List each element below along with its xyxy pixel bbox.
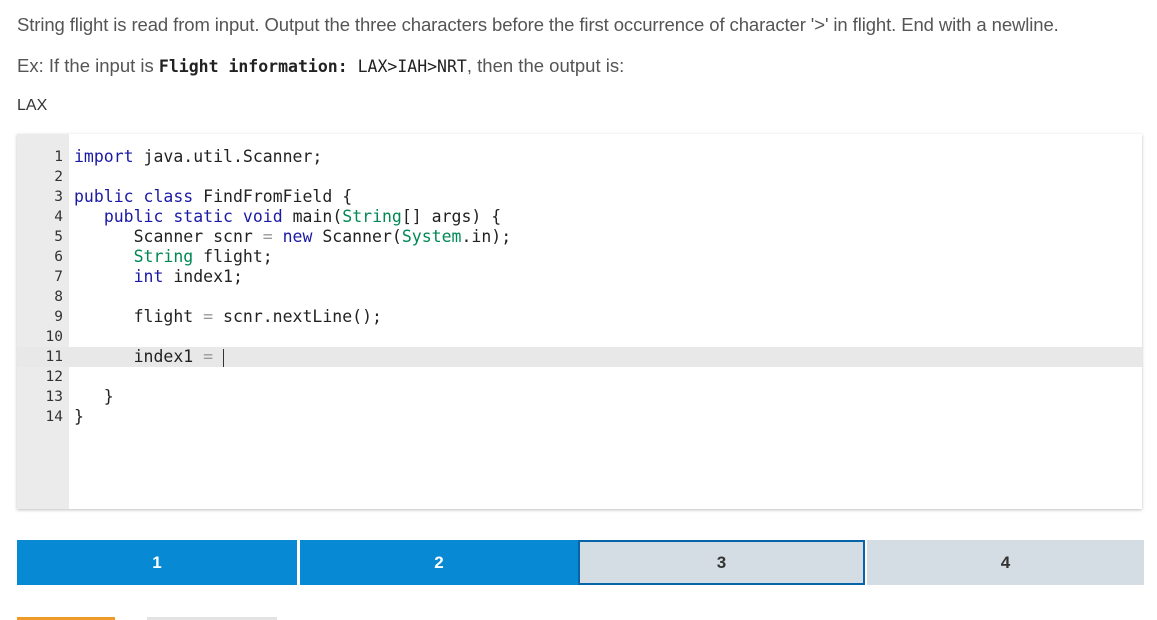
step-1-button[interactable]: 1: [17, 540, 297, 585]
code-line[interactable]: 13 }: [17, 387, 1142, 407]
step-label: 4: [1000, 552, 1011, 572]
code-line[interactable]: 1 import java.util.Scanner;: [17, 147, 1142, 167]
example-text: Ex: If the input is Flight information: …: [17, 55, 624, 77]
code-line[interactable]: 11 index1 =: [17, 347, 1142, 367]
code-line[interactable]: 5 Scanner scnr = new Scanner(System.in);: [17, 227, 1142, 247]
line-number: 4: [54, 209, 63, 225]
code-line[interactable]: 4 public static void main(String[] args)…: [17, 207, 1142, 227]
example-input: Flight information: LAX>IAH>NRT: [159, 57, 467, 76]
code-editor[interactable]: 1 import java.util.Scanner; 2 3 public class…: [17, 134, 1142, 509]
line-number: 11: [45, 349, 63, 365]
code-text[interactable]: Scanner scnr = new Scanner(System.in);: [74, 227, 512, 247]
code-line[interactable]: 14}: [17, 407, 1142, 427]
code-line[interactable]: 10: [17, 327, 1142, 347]
line-number: 6: [54, 249, 63, 265]
step-4-button[interactable]: 4: [867, 540, 1144, 585]
code-line[interactable]: 12: [17, 367, 1142, 387]
line-number: 3: [54, 189, 63, 205]
code-line[interactable]: 8: [17, 287, 1142, 307]
step-label: 3: [716, 552, 727, 572]
code-text[interactable]: }: [74, 407, 84, 427]
example-input-value: LAX>IAH>NRT: [347, 57, 467, 76]
line-number: 10: [45, 329, 63, 345]
line-number: 14: [45, 409, 63, 425]
step-label: 2: [434, 552, 444, 572]
code-line[interactable]: 3 public class FindFromField {: [17, 187, 1142, 207]
example-suffix: , then the output is:: [466, 55, 625, 76]
line-number: 13: [45, 389, 63, 405]
instruction-text: String flight is read from input. Output…: [17, 14, 1059, 35]
example-input-label: Flight information:: [158, 57, 348, 76]
code-text[interactable]: public static void main(String[] args) {: [74, 207, 501, 227]
example-output: LAX: [17, 97, 48, 114]
example-prefix: Ex: If the input is: [17, 55, 159, 76]
code-text[interactable]: String flight;: [74, 247, 273, 267]
step-3-button[interactable]: 3: [578, 540, 865, 585]
step-label: 1: [152, 552, 162, 572]
level-progress-bar: 1 2 3 4: [17, 540, 1144, 585]
line-number: 9: [54, 309, 63, 325]
line-number: 5: [54, 229, 63, 245]
code-text[interactable]: int index1;: [74, 267, 243, 287]
code-text[interactable]: flight = scnr.nextLine();: [74, 307, 382, 327]
code-text[interactable]: index1 =: [74, 347, 225, 367]
line-number: 1: [54, 149, 63, 165]
step-2-button[interactable]: 2: [300, 540, 578, 585]
code-line[interactable]: 2: [17, 167, 1142, 187]
code-text[interactable]: }: [74, 387, 114, 407]
line-number: 2: [54, 169, 63, 185]
code-text[interactable]: import java.util.Scanner;: [74, 147, 322, 167]
code-text[interactable]: public class FindFromField {: [74, 187, 352, 207]
code-line[interactable]: 7 int index1;: [17, 267, 1142, 287]
line-number: 12: [45, 369, 63, 385]
code-line[interactable]: 9 flight = scnr.nextLine();: [17, 307, 1142, 327]
line-number: 7: [54, 269, 63, 285]
line-number: 8: [54, 289, 63, 305]
code-line[interactable]: 6 String flight;: [17, 247, 1142, 267]
text-cursor: [223, 348, 225, 367]
